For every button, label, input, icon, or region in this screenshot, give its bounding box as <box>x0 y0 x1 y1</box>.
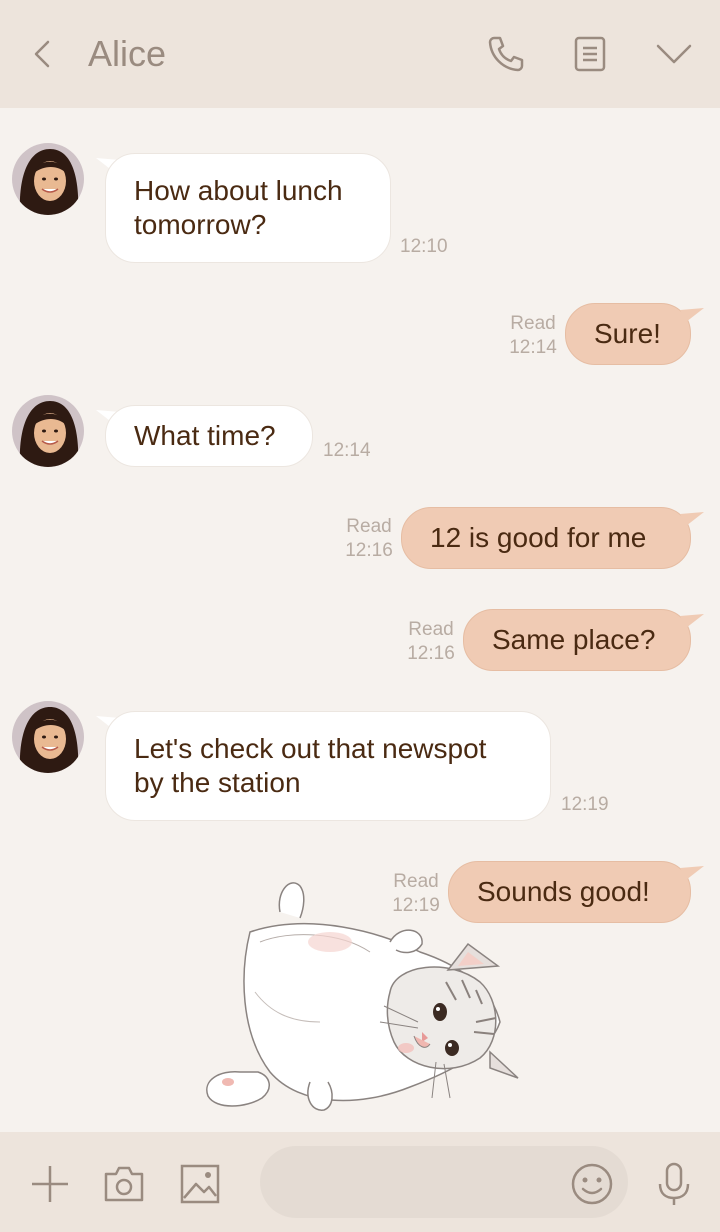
message-time: 12:16 <box>345 540 393 561</box>
message-meta: Read 12:16 <box>401 618 461 666</box>
plus-icon <box>32 1166 68 1202</box>
back-icon <box>34 40 50 68</box>
message-time: 12:10 <box>400 236 448 257</box>
read-status: Read <box>408 619 454 640</box>
gallery-button[interactable] <box>176 1160 224 1208</box>
outgoing-message-bubble[interactable]: Same place? <box>463 609 691 671</box>
add-button[interactable] <box>26 1160 74 1208</box>
message-text-line: tomorrow? <box>134 209 267 240</box>
avatar[interactable] <box>12 701 84 773</box>
camera-icon <box>104 1166 144 1202</box>
bubble-tail <box>680 866 704 880</box>
back-button[interactable] <box>26 32 66 76</box>
avatar-image <box>12 143 84 215</box>
message-text: 12 is good for me <box>430 522 647 553</box>
incoming-message-bubble[interactable]: Let's check out that newspot by the stat… <box>105 711 551 821</box>
bubble-tail <box>680 512 704 526</box>
microphone-icon <box>658 1162 690 1205</box>
avatar-image <box>12 395 84 467</box>
emoji-icon <box>571 1163 613 1205</box>
read-status: Read <box>346 516 392 537</box>
message-text: What time? <box>134 420 276 451</box>
bubble-tail <box>680 614 704 628</box>
kitten-sticker[interactable] <box>200 872 530 1122</box>
input-bar <box>0 1132 720 1232</box>
message-meta: Read 12:14 <box>503 312 563 360</box>
phone-icon <box>488 36 524 72</box>
chevron-down-icon <box>656 44 692 64</box>
message-time: 12:14 <box>509 337 557 358</box>
message-text: Sure! <box>594 318 661 349</box>
avatar[interactable] <box>12 143 84 215</box>
camera-button[interactable] <box>100 1160 148 1208</box>
notes-button[interactable] <box>566 30 614 78</box>
image-icon <box>180 1164 220 1204</box>
outgoing-message-bubble[interactable]: Sure! <box>565 303 691 365</box>
chat-title: Alice <box>88 33 167 74</box>
message-time: 12:19 <box>561 794 609 815</box>
outgoing-message-bubble[interactable]: 12 is good for me <box>401 507 691 569</box>
message-text-line: How about lunch <box>134 175 343 206</box>
avatar-image <box>12 701 84 773</box>
bubble-tail <box>680 308 704 322</box>
read-status: Read <box>510 313 556 334</box>
notes-icon <box>574 36 606 72</box>
menu-button[interactable] <box>650 30 698 78</box>
chat-header: Alice <box>0 0 720 108</box>
message-meta: Read 12:16 <box>339 515 399 563</box>
incoming-message-bubble[interactable]: What time? <box>105 405 313 467</box>
call-button[interactable] <box>482 30 530 78</box>
message-text-line: by the station <box>134 767 301 798</box>
emoji-button[interactable] <box>568 1160 616 1208</box>
message-time: 12:16 <box>407 643 455 664</box>
incoming-message-bubble[interactable]: How about lunch tomorrow? <box>105 153 391 263</box>
avatar[interactable] <box>12 395 84 467</box>
voice-button[interactable] <box>650 1160 698 1208</box>
message-text-line: Let's check out that newspot <box>134 733 487 764</box>
message-time: 12:14 <box>323 440 371 461</box>
message-text: Same place? <box>492 624 656 655</box>
